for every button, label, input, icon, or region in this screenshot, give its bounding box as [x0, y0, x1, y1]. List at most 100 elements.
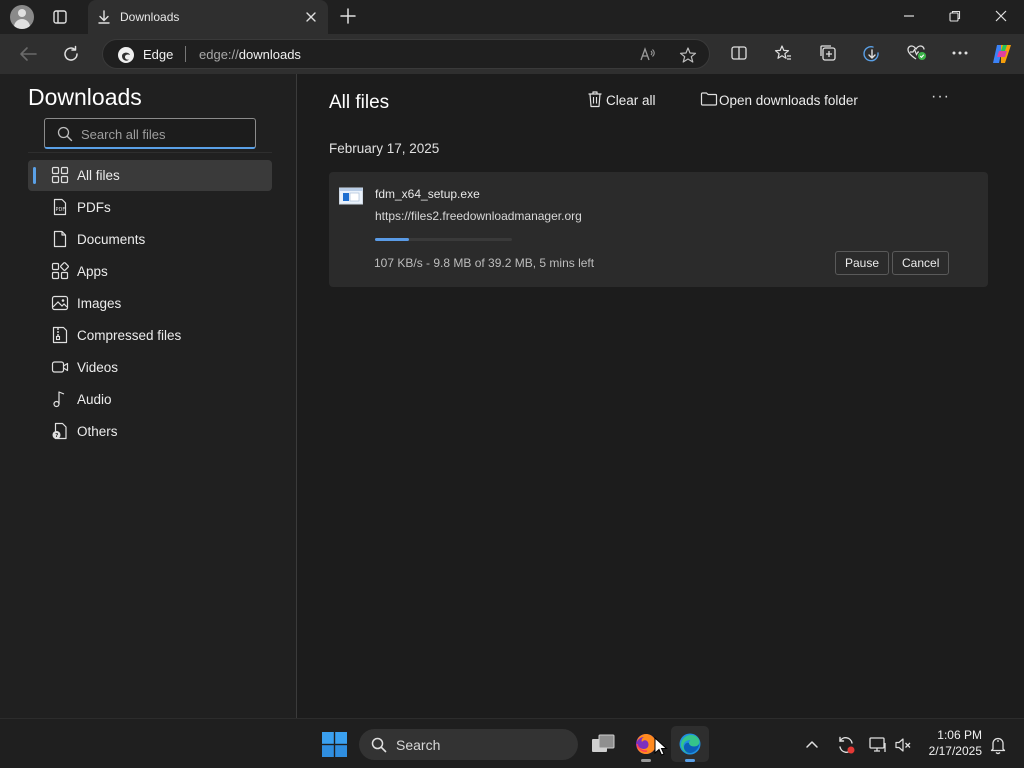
- music-note-icon: [51, 390, 69, 408]
- image-icon: [51, 294, 69, 312]
- search-icon: [371, 737, 387, 753]
- more-actions-button[interactable]: ···: [931, 88, 950, 106]
- exe-file-icon: [339, 186, 363, 206]
- url-text: edge://downloads: [199, 47, 301, 62]
- collections-icon[interactable]: [818, 44, 838, 62]
- clear-all-label: Clear all: [606, 93, 656, 108]
- sidebar-title: Downloads: [28, 84, 142, 110]
- more-options-icon[interactable]: [950, 44, 970, 62]
- windows-start-icon[interactable]: [322, 732, 347, 757]
- sidebar-item-all-files[interactable]: All files: [28, 160, 272, 191]
- sidebar-item-label: PDFs: [77, 200, 111, 215]
- read-aloud-icon[interactable]: [639, 46, 657, 64]
- taskbar-edge[interactable]: [671, 726, 709, 762]
- sidebar-item-compressed-files[interactable]: Compressed files: [28, 320, 272, 351]
- sidebar-item-audio[interactable]: Audio: [28, 384, 272, 415]
- date-group-header: February 17, 2025: [329, 141, 440, 156]
- open-downloads-folder-button[interactable]: Open downloads folder: [700, 90, 870, 112]
- back-arrow-icon[interactable]: [18, 45, 38, 63]
- split-screen-icon[interactable]: [730, 44, 748, 62]
- app-active-indicator: [685, 759, 695, 762]
- page-title: All files: [329, 92, 390, 113]
- sidebar-item-label: All files: [77, 168, 120, 183]
- browser-toolbar: Edge edge://downloads: [0, 34, 1024, 74]
- other-file-icon: ?: [51, 422, 69, 440]
- active-indicator: [33, 167, 36, 184]
- favorites-icon[interactable]: [774, 44, 792, 62]
- downloads-main: All files Clear all Open downloads folde…: [297, 74, 1024, 718]
- edge-icon: [678, 732, 702, 756]
- address-separator: [185, 46, 186, 62]
- open-downloads-folder-label: Open downloads folder: [719, 93, 858, 108]
- sidebar-item-label: Compressed files: [77, 328, 182, 343]
- svg-text:?: ?: [55, 433, 58, 439]
- sidebar-item-documents[interactable]: Documents: [28, 224, 272, 255]
- speaker-muted-icon[interactable]: [894, 736, 912, 754]
- app-running-indicator: [641, 759, 651, 762]
- taskbar-search[interactable]: Search: [359, 729, 578, 760]
- tab-downloads[interactable]: Downloads: [88, 0, 328, 34]
- clock-time: 1:06 PM: [937, 728, 982, 742]
- downloads-sidebar: Downloads All files PDF PDFs Documents A…: [0, 74, 297, 718]
- title-bar: Downloads: [0, 0, 1024, 34]
- sidebar-item-label: Audio: [77, 392, 112, 407]
- folder-icon: [700, 91, 718, 107]
- profile-avatar[interactable]: [10, 5, 34, 29]
- sidebar-divider: [28, 152, 272, 153]
- search-box[interactable]: [44, 118, 256, 149]
- sidebar-item-apps[interactable]: Apps: [28, 256, 272, 287]
- sidebar-item-videos[interactable]: Videos: [28, 352, 272, 383]
- show-hidden-icons-chevron-icon[interactable]: [805, 738, 819, 750]
- cancel-button[interactable]: Cancel: [892, 251, 950, 275]
- download-item[interactable]: fdm_x64_setup.exe https://files2.freedow…: [329, 172, 988, 287]
- sidebar-item-label: Images: [77, 296, 122, 311]
- download-source-url[interactable]: https://files2.freedownloadmanager.org: [375, 209, 582, 223]
- address-bar[interactable]: Edge edge://downloads: [102, 39, 710, 69]
- sync-update-icon[interactable]: [836, 735, 856, 755]
- tab-title: Downloads: [120, 10, 180, 24]
- task-view-icon[interactable]: [591, 733, 615, 755]
- refresh-icon[interactable]: [62, 45, 80, 63]
- taskbar-clock[interactable]: 1:06 PM 2/17/2025: [920, 727, 982, 759]
- svg-text:PDF: PDF: [56, 207, 66, 213]
- trash-icon: [587, 90, 603, 108]
- browser-essentials-icon[interactable]: [906, 44, 928, 62]
- tab-close-icon[interactable]: [304, 10, 318, 24]
- new-tab-icon[interactable]: [340, 8, 356, 24]
- favorite-star-icon[interactable]: [679, 46, 697, 64]
- sidebar-item-label: Apps: [77, 264, 108, 279]
- sidebar-item-pdfs[interactable]: PDF PDFs: [28, 192, 272, 223]
- clock-date: 2/17/2025: [928, 744, 982, 758]
- close-window-icon[interactable]: [994, 9, 1008, 23]
- sidebar-item-label: Videos: [77, 360, 119, 375]
- download-progress-fill: [375, 238, 410, 241]
- search-icon: [57, 126, 73, 142]
- minimize-icon[interactable]: [902, 9, 916, 23]
- clear-all-button[interactable]: Clear all: [587, 90, 667, 112]
- network-icon[interactable]: [868, 735, 888, 755]
- mouse-cursor-icon: [654, 737, 668, 757]
- downloads-icon[interactable]: [862, 44, 882, 64]
- grid-icon: [51, 166, 69, 184]
- pause-button[interactable]: Pause: [835, 251, 890, 275]
- tab-actions-icon[interactable]: [48, 6, 72, 28]
- apps-icon: [51, 262, 69, 280]
- archive-icon: [51, 326, 69, 344]
- sidebar-item-label: Others: [77, 424, 118, 439]
- restore-icon[interactable]: [948, 9, 962, 23]
- document-icon: [51, 230, 69, 248]
- sidebar-item-label: Documents: [77, 232, 146, 247]
- pdf-icon: PDF: [51, 198, 69, 216]
- download-progress-bar: [375, 238, 512, 241]
- search-input[interactable]: [81, 125, 251, 143]
- taskbar-search-label: Search: [396, 737, 441, 753]
- notification-bell-icon[interactable]: [989, 735, 1007, 755]
- address-label: Edge: [143, 47, 174, 62]
- sidebar-item-images[interactable]: Images: [28, 288, 272, 319]
- copilot-icon[interactable]: [990, 42, 1014, 66]
- sidebar-item-others[interactable]: ? Others: [28, 416, 272, 447]
- edge-logo-icon: [117, 46, 135, 64]
- download-status: 107 KB/s - 9.8 MB of 39.2 MB, 5 mins lef…: [374, 256, 595, 270]
- download-icon: [96, 9, 112, 25]
- download-filename[interactable]: fdm_x64_setup.exe: [375, 187, 480, 201]
